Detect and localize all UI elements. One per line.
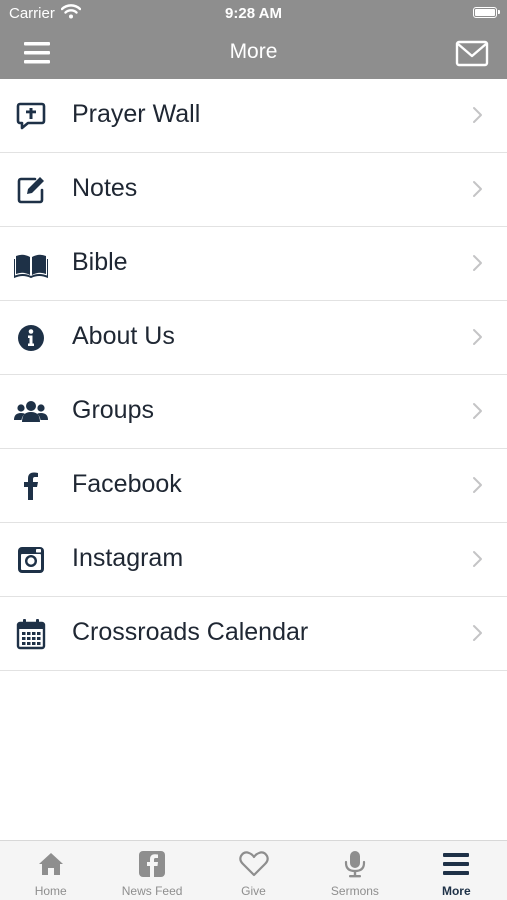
battery-icon [473,7,500,18]
status-bar: Carrier 9:28 AM [0,0,507,28]
chevron-right-icon [471,401,485,421]
calendar-icon [14,617,48,651]
chevron-right-icon [471,549,485,569]
menu-item-label: Notes [72,174,138,202]
home-icon [36,850,66,878]
microphone-icon [340,850,370,878]
menu-item-label: Bible [72,248,128,276]
chevron-right-icon [471,475,485,495]
tab-label: News Feed [121,884,183,898]
chevron-right-icon [471,327,485,347]
clock: 9:28 AM [225,5,282,22]
page-title: More [229,40,278,63]
tab-home[interactable]: Home [0,841,101,900]
menu-item-label: Groups [72,396,154,424]
envelope-icon[interactable] [454,39,490,69]
chevron-right-icon [471,105,485,125]
menu-item-crossroads-calendar[interactable]: Crossroads Calendar [0,597,507,671]
menu-item-label: Prayer Wall [72,100,201,128]
facebook-icon [14,469,48,503]
menu-item-label: Instagram [72,544,184,572]
facebook-square-icon [137,850,167,878]
navigation-bar: More [0,28,507,79]
menu-item-label: Facebook [72,470,182,498]
instagram-icon [14,543,48,577]
hamburger-menu-icon [441,850,471,878]
chevron-right-icon [471,623,485,643]
open-book-icon [14,247,48,281]
more-menu-list: Prayer Wall Notes Bible About Us Groups … [0,79,507,671]
edit-note-icon [14,173,48,207]
menu-item-groups[interactable]: Groups [0,375,507,449]
chevron-right-icon [471,253,485,273]
menu-item-about-us[interactable]: About Us [0,301,507,375]
tab-bar: Home News Feed Give Sermons More [0,840,507,900]
chevron-right-icon [471,179,485,199]
tab-news-feed[interactable]: News Feed [101,841,202,900]
menu-item-prayer-wall[interactable]: Prayer Wall [0,79,507,153]
heart-icon [238,850,269,878]
tab-label: Give [241,884,266,898]
tab-give[interactable]: Give [203,841,304,900]
tab-sermons[interactable]: Sermons [304,841,405,900]
info-circle-icon [14,321,48,355]
menu-item-label: About Us [72,322,175,350]
tab-label: Sermons [330,884,379,898]
tab-more[interactable]: More [406,841,507,900]
menu-item-instagram[interactable]: Instagram [0,523,507,597]
hamburger-menu-icon[interactable] [20,38,56,68]
tab-label: Home [34,884,67,898]
tab-label: More [441,884,471,898]
menu-item-label: Crossroads Calendar [72,618,309,646]
users-group-icon [14,395,48,429]
menu-item-facebook[interactable]: Facebook [0,449,507,523]
prayer-bubble-icon [14,99,48,133]
menu-item-bible[interactable]: Bible [0,227,507,301]
menu-item-notes[interactable]: Notes [0,153,507,227]
